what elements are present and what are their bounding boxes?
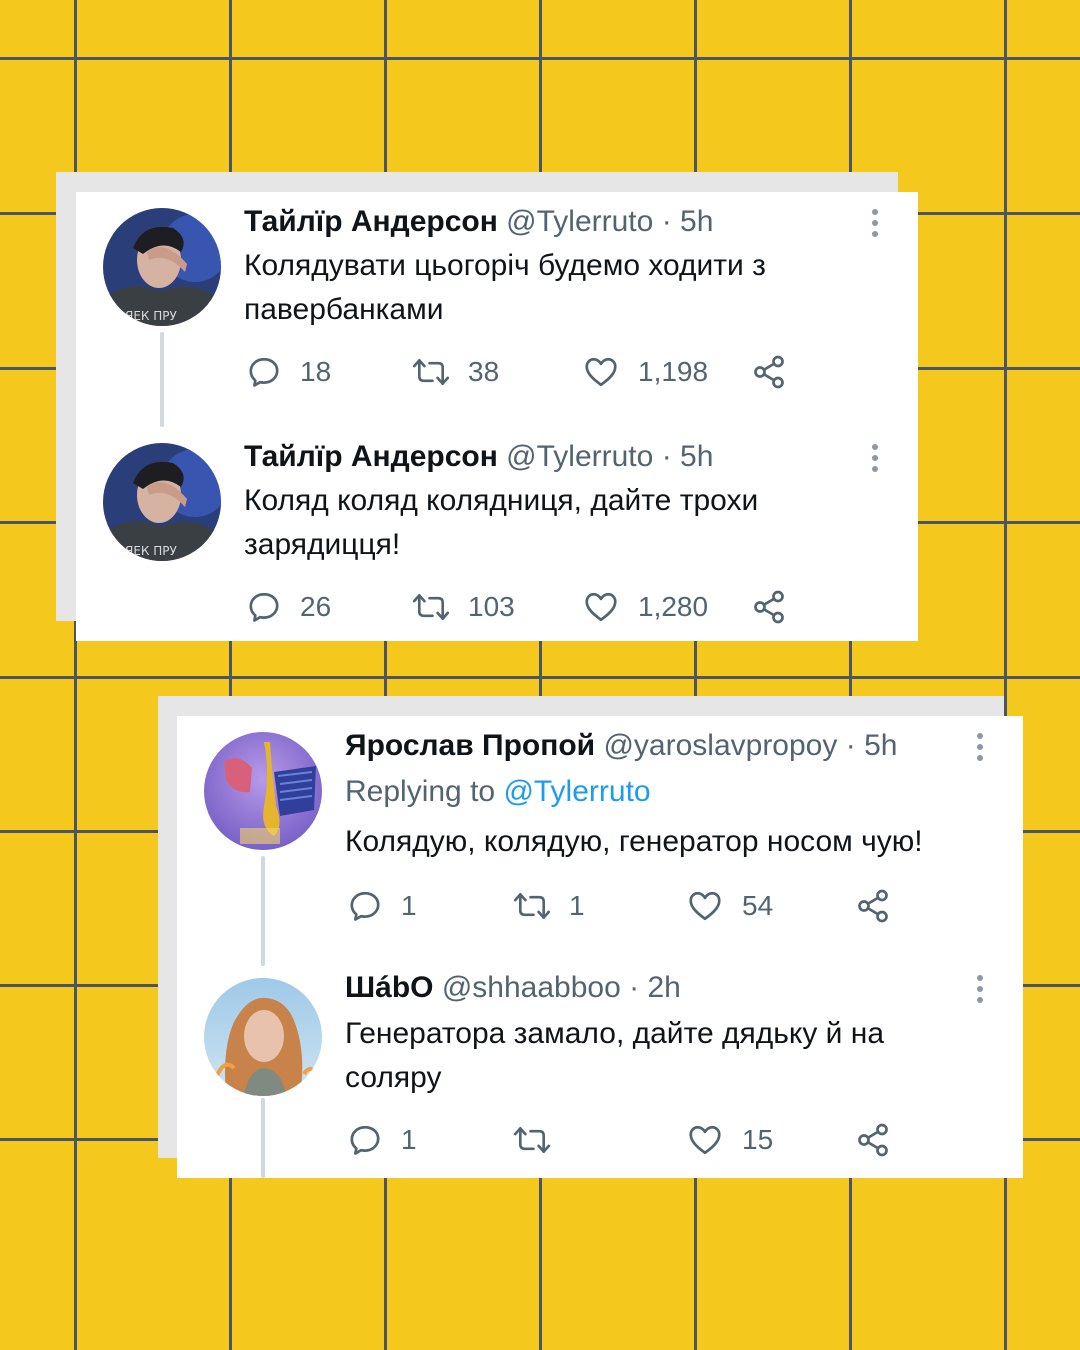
author-handle[interactable]: @shhaabboo — [442, 971, 621, 1004]
separator-dot: · — [661, 205, 672, 238]
share-icon — [754, 355, 784, 389]
reply-button[interactable]: 1 — [347, 886, 417, 926]
reply-icon — [249, 592, 279, 622]
reply-icon — [350, 891, 380, 921]
timestamp[interactable]: 5h — [680, 440, 713, 473]
reply-count: 1 — [401, 890, 417, 921]
reply-count: 18 — [300, 356, 332, 387]
heart-icon — [689, 1125, 721, 1155]
timestamp[interactable]: 2h — [647, 971, 680, 1004]
reply-count: 1 — [401, 1124, 417, 1155]
author-handle[interactable]: @yaroslavpropoy — [603, 729, 837, 762]
tweet-text: Колядую, колядую, генератор носом чую! — [345, 825, 923, 858]
more-options-icon[interactable] — [870, 208, 880, 238]
retweet-icon — [412, 593, 450, 621]
tweet[interactable]: ШábO @shhaabboo · 2h Генератора замало, … — [177, 966, 1023, 1178]
like-button[interactable]: 15 — [686, 1120, 773, 1160]
author-handle[interactable]: @Tylerruto — [506, 205, 653, 238]
more-options-icon[interactable] — [975, 974, 985, 1004]
heart-icon — [585, 592, 617, 622]
share-button[interactable] — [751, 587, 787, 627]
retweet-count: 1 — [569, 890, 585, 921]
retweet-icon — [513, 892, 551, 920]
share-button[interactable] — [751, 352, 787, 392]
separator-dot: · — [845, 729, 856, 762]
retweet-button[interactable]: 38 — [412, 352, 499, 392]
tweet-actions: 1 15 — [347, 1120, 907, 1160]
reply-button[interactable]: 1 — [347, 1120, 417, 1160]
like-count: 1,198 — [638, 356, 709, 387]
avatar-image: ЯЕК ПРУ — [103, 208, 221, 326]
like-button[interactable]: 1,198 — [582, 352, 708, 392]
like-count: 15 — [742, 1124, 774, 1155]
like-count: 54 — [742, 890, 774, 921]
author-name[interactable]: Ярослав Пропой — [345, 729, 595, 762]
tweet[interactable]: Ярослав Пропой @yaroslavpropoy · 5h Repl… — [177, 716, 1023, 966]
tweet-actions: 1 1 54 — [347, 886, 907, 926]
like-count: 1,280 — [638, 591, 709, 622]
tweet-actions: 18 38 1,198 — [246, 352, 806, 392]
tweet[interactable]: ЯЕК ПРУ Тайлїр Андерсон @Tylerruto · 5h … — [76, 427, 918, 641]
separator-dot: · — [661, 440, 672, 473]
heart-icon — [689, 891, 721, 921]
retweet-button[interactable] — [513, 1120, 569, 1160]
tweet-header: Тайлїр Андерсон @Tylerruto · 5h — [244, 204, 713, 240]
avatar[interactable]: ЯЕК ПРУ — [103, 208, 221, 326]
tweet-actions: 26 103 1,280 — [246, 587, 806, 627]
avatar-image — [204, 978, 322, 1096]
reply-button[interactable]: 26 — [246, 587, 331, 627]
share-icon — [858, 889, 888, 923]
avatar[interactable] — [204, 978, 322, 1096]
share-button[interactable] — [855, 886, 891, 926]
timestamp[interactable]: 5h — [680, 205, 713, 238]
share-icon — [858, 1123, 888, 1157]
like-button[interactable]: 54 — [686, 886, 773, 926]
separator-dot: · — [629, 971, 640, 1004]
tweet-text: Коляд коляд колядниця, дайте трохи заряд… — [244, 484, 759, 561]
author-name[interactable]: Тайлїр Андерсон — [244, 205, 498, 238]
retweet-count: 38 — [468, 356, 500, 387]
reply-button[interactable]: 18 — [246, 352, 331, 392]
retweet-button[interactable]: 1 — [513, 886, 585, 926]
svg-text:ЯЕК ПРУ: ЯЕК ПРУ — [125, 309, 178, 323]
tweet-text: Генератора замало, дайте дядьку й на сол… — [345, 1017, 885, 1094]
tweet-thread-card: Ярослав Пропой @yaroslavpropoy · 5h Repl… — [177, 716, 1023, 1178]
like-button[interactable]: 1,280 — [582, 587, 708, 627]
author-name[interactable]: ШábO — [345, 971, 434, 1004]
replying-to-label: Replying to — [345, 775, 496, 808]
share-button[interactable] — [855, 1120, 891, 1160]
retweet-count: 103 — [468, 591, 515, 622]
reply-icon — [350, 1125, 380, 1155]
author-handle[interactable]: @Tylerruto — [506, 440, 653, 473]
tweet-text: Колядувати цьогоріч будемо ходити з паве… — [244, 249, 766, 326]
tweet-header: Ярослав Пропой @yaroslavpropoy · 5h — [345, 728, 897, 764]
more-options-icon[interactable] — [975, 732, 985, 762]
avatar[interactable] — [204, 732, 322, 850]
share-icon — [754, 590, 784, 624]
tweet[interactable]: ЯЕК ПРУ Тайлїр Андерсон @Tylerruto · 5h … — [76, 192, 918, 427]
author-name[interactable]: Тайлїр Андерсон — [244, 440, 498, 473]
reply-icon — [249, 357, 279, 387]
avatar-image: ЯЕК ПРУ — [103, 443, 221, 561]
avatar-image — [204, 732, 322, 850]
tweet-header: Тайлїр Андерсон @Tylerruto · 5h — [244, 439, 713, 475]
avatar[interactable]: ЯЕК ПРУ — [103, 443, 221, 561]
heart-icon — [585, 357, 617, 387]
replying-to: Replying to @Tylerruto — [345, 774, 651, 810]
reply-count: 26 — [300, 591, 332, 622]
tweet-header: ШábO @shhaabboo · 2h — [345, 970, 681, 1006]
svg-text:ЯЕК ПРУ: ЯЕК ПРУ — [125, 544, 178, 558]
retweet-icon — [412, 358, 450, 386]
timestamp[interactable]: 5h — [864, 729, 897, 762]
retweet-icon — [513, 1126, 551, 1154]
retweet-button[interactable]: 103 — [412, 587, 515, 627]
replying-to-mention[interactable]: @Tylerruto — [503, 775, 650, 808]
tweet-thread-card: ЯЕК ПРУ Тайлїр Андерсон @Tylerruto · 5h … — [76, 192, 918, 641]
more-options-icon[interactable] — [870, 443, 880, 473]
